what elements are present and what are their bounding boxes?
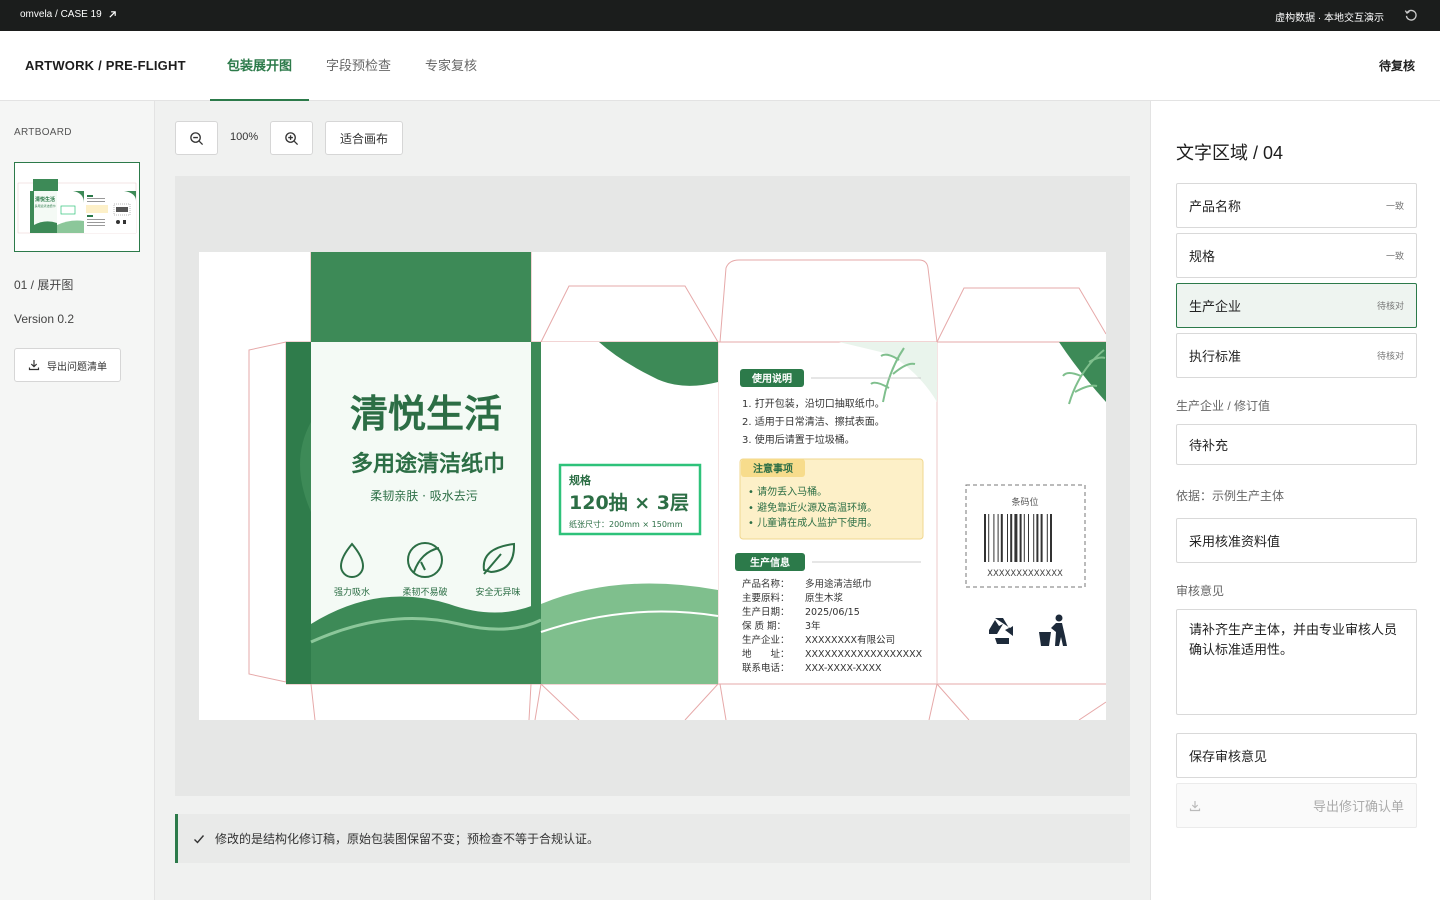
zoom-out-button[interactable] xyxy=(175,121,218,155)
left-sidebar: ARTBOARD 清悦生活 多用途清洁纸巾 01 / 展开图 Version 0… xyxy=(0,101,155,900)
page-indicator: 01 / 展开图 xyxy=(14,278,74,292)
svg-text:3年: 3年 xyxy=(805,620,821,632)
comment-label: 审核意见 xyxy=(1176,584,1225,598)
download-icon xyxy=(28,360,40,371)
reset-icon[interactable] xyxy=(1404,8,1418,22)
caution-line-3: • 儿童请在成人监护下使用。 xyxy=(748,516,877,529)
tab-expert-review[interactable]: 专家复核 xyxy=(408,31,494,101)
zoom-out-icon xyxy=(190,131,204,145)
comment-textarea[interactable]: 请补齐生产主体，并由专业审核人员确认标准适用性。 xyxy=(1176,609,1417,715)
export-issues-label: 导出问题清单 xyxy=(47,361,107,373)
trash-bin-icon xyxy=(1039,614,1067,646)
info-title: 生产信息 xyxy=(750,556,790,569)
usage-title: 使用说明 xyxy=(751,372,792,385)
spec-size: 纸张尺寸：200mm × 150mm xyxy=(569,519,683,529)
packaging-dieline[interactable]: 清悦生活 多用途清洁纸巾 柔韧亲肤 · 吸水去污 强力吸水 柔韧不易破 安全无异… xyxy=(199,252,1107,721)
notice-text: 修改的是结构化修订稿，原始包装图保留不变；预检查不等于合规认证。 xyxy=(215,832,600,846)
external-link-icon xyxy=(109,11,116,18)
field-status: 一致 xyxy=(1385,251,1404,261)
review-panel: 文字区域 / 04 产品名称 一致 规格 一致 生产企业 待核对 执行标准 待核… xyxy=(1150,101,1440,900)
barcode-label: 条码位 xyxy=(1011,496,1038,508)
workspace: 100% 适合画布 清悦生活 多用途清洁纸巾 柔韧亲肤 · 吸水去污 强力吸水 … xyxy=(155,101,1150,900)
basis-text: 依据：示例生产主体 xyxy=(1176,489,1285,503)
product-name: 多用途清洁纸巾 xyxy=(351,451,505,477)
tab-layout[interactable]: 包装展开图 xyxy=(210,31,310,101)
feature-1: 强力吸水 xyxy=(334,586,370,598)
svg-text:XXXXXXXX有限公司: XXXXXXXX有限公司 xyxy=(805,634,895,646)
zoom-level: 100% xyxy=(230,131,259,143)
tab-field-check[interactable]: 字段预检查 xyxy=(309,31,408,101)
production-info: 产品名称： 多用途清洁纸巾 主要原料： 原生木浆 生产日期： 2025/06/15 保… xyxy=(742,578,923,674)
case-breadcrumb: omvela / CASE 19 xyxy=(20,9,102,20)
feature-2: 柔韧不易破 xyxy=(402,586,447,598)
svg-text:多用途清洁纸巾: 多用途清洁纸巾 xyxy=(805,578,872,590)
spec-label: 规格 xyxy=(569,473,592,487)
usage-line-3: 3. 使用后请置于垃圾桶。 xyxy=(742,433,855,446)
spec-value: 120抽 × 3层 xyxy=(569,491,689,514)
svg-text:清悦生活: 清悦生活 xyxy=(35,196,55,203)
check-icon xyxy=(194,834,205,844)
tab-bar: 包装展开图 字段预检查 专家复核 xyxy=(210,31,494,101)
revision-label: 生产企业 / 修订值 xyxy=(1176,399,1271,413)
recycle-icon xyxy=(989,618,1013,644)
download-icon xyxy=(1189,800,1201,811)
info-notice: 修改的是结构化修订稿，原始包装图保留不变；预检查不等于合规认证。 xyxy=(175,814,1130,863)
version-label: Version 0.2 xyxy=(14,312,75,326)
panel-title: 文字区域 / 04 xyxy=(1176,143,1284,163)
zoom-in-button[interactable] xyxy=(270,121,313,155)
export-revision-label: 导出修订确认单 xyxy=(1312,799,1404,814)
field-spec[interactable]: 规格 一致 xyxy=(1176,233,1417,278)
caution-title: 注意事项 xyxy=(753,462,793,475)
case-link[interactable]: omvela / CASE 19 xyxy=(20,9,117,20)
svg-text:多用途清洁纸巾: 多用途清洁纸巾 xyxy=(34,203,55,208)
svg-text:主要原料：: 主要原料： xyxy=(742,592,790,604)
review-status: 待复核 xyxy=(1378,59,1415,73)
field-status: 待核对 xyxy=(1376,351,1404,361)
caution-line-1: • 请勿丢入马桶。 xyxy=(748,485,827,498)
save-comment-button[interactable]: 保存审核意见 xyxy=(1176,733,1417,778)
field-standard[interactable]: 执行标准 待核对 xyxy=(1176,333,1417,378)
field-manufacturer[interactable]: 生产企业 待核对 xyxy=(1176,283,1417,328)
field-status: 待核对 xyxy=(1376,301,1404,311)
export-revision-button[interactable]: 导出修订确认单 xyxy=(1176,783,1417,828)
field-status: 一致 xyxy=(1385,201,1404,211)
fit-canvas-button[interactable]: 适合画布 xyxy=(325,121,403,155)
svg-text:生产企业：: 生产企业： xyxy=(742,634,790,646)
svg-text:保 质 期：: 保 质 期： xyxy=(742,620,786,632)
svg-text:生产日期：: 生产日期： xyxy=(742,606,790,618)
top-bar: omvela / CASE 19 虚构数据 · 本地交互演示 xyxy=(0,0,1440,31)
product-slogan: 柔韧亲肤 · 吸水去污 xyxy=(370,488,477,503)
export-issues-button[interactable]: 导出问题清单 xyxy=(14,348,121,382)
usage-line-1: 1. 打开包装，沿切口抽取纸巾。 xyxy=(742,397,885,410)
artboard-thumbnail[interactable]: 清悦生活 多用途清洁纸巾 xyxy=(14,162,140,252)
feature-3: 安全无异味 xyxy=(475,586,520,598)
app-title: ARTWORK / PRE-FLIGHT xyxy=(25,58,186,73)
caution-line-2: • 避免靠近火源及高温环境。 xyxy=(748,501,877,514)
svg-text:产品名称：: 产品名称： xyxy=(742,578,790,590)
field-product-name[interactable]: 产品名称 一致 xyxy=(1176,183,1417,228)
usage-line-2: 2. 适用于日常清洁、擦拭表面。 xyxy=(742,415,885,428)
adopt-approved-button[interactable]: 采用核准资料值 xyxy=(1176,518,1417,563)
canvas-area: 清悦生活 多用途清洁纸巾 柔韧亲肤 · 吸水去污 强力吸水 柔韧不易破 安全无异… xyxy=(175,176,1130,796)
svg-text:XXXXXXXXXXXXXXXXXX: XXXXXXXXXXXXXXXXXX xyxy=(805,649,923,660)
artboard-label: ARTBOARD xyxy=(14,127,72,138)
svg-text:原生木浆: 原生木浆 xyxy=(805,592,844,604)
zoom-in-icon xyxy=(285,131,299,145)
barcode-number: XXXXXXXXXXXXX xyxy=(987,569,1063,579)
app-header: ARTWORK / PRE-FLIGHT 包装展开图 字段预检查 专家复核 待复… xyxy=(0,31,1440,101)
demo-notice: 虚构数据 · 本地交互演示 xyxy=(1275,13,1384,24)
brand-name: 清悦生活 xyxy=(350,392,502,436)
svg-text:XXX-XXXX-XXXX: XXX-XXXX-XXXX xyxy=(805,663,882,674)
revision-input[interactable]: 待补充 xyxy=(1176,424,1417,465)
svg-text:2025/06/15: 2025/06/15 xyxy=(805,607,860,618)
svg-text:地 址：: 地 址： xyxy=(742,648,790,660)
svg-text:联系电话：: 联系电话： xyxy=(742,662,790,674)
